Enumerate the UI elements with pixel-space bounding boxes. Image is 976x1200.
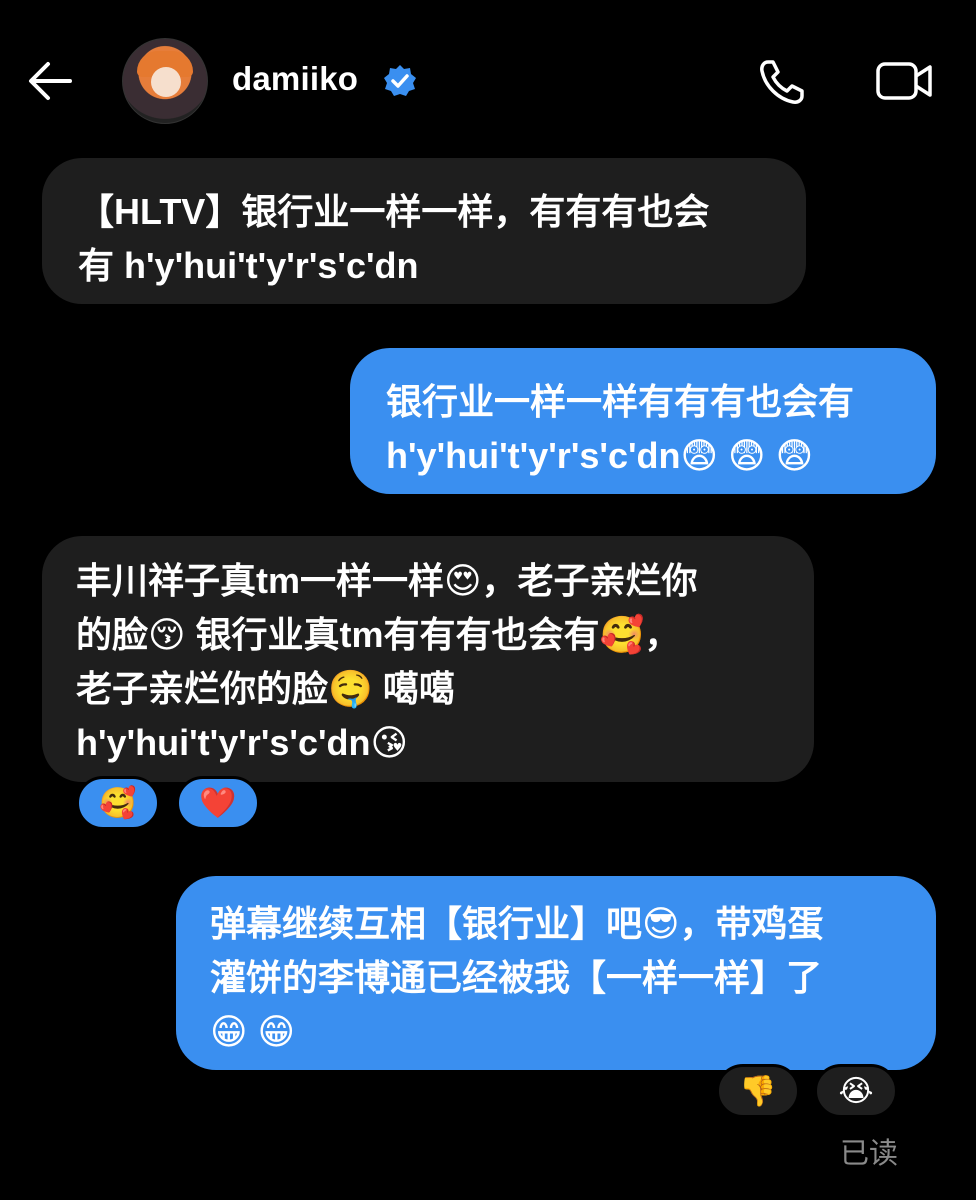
- message-line: 有 h'y'hui't'y'r's'c'dn: [78, 245, 419, 286]
- message-line: 银行业一样一样有有有也会有: [386, 381, 855, 422]
- read-receipt: 已读: [840, 1136, 899, 1170]
- message-line: h'y'hui't'y'r's'c'dn😘: [76, 722, 409, 763]
- reaction-thumbs-down[interactable]: 👎: [716, 1064, 800, 1118]
- message-line: 灌饼的李博通已经被我【一样一样】了: [210, 957, 823, 998]
- message-bubble-sent[interactable]: 银行业一样一样有有有也会有 h'y'hui't'y'r's'c'dn😨 😨 😨: [350, 348, 936, 494]
- message-line: 老子亲烂你的脸🤤 噶噶: [76, 668, 455, 709]
- message-line: 😁 😁: [210, 1011, 296, 1052]
- reaction-heart[interactable]: ❤️: [176, 776, 260, 830]
- video-call-icon[interactable]: [874, 58, 934, 104]
- avatar[interactable]: [122, 38, 208, 124]
- avatar-face: [151, 67, 181, 97]
- reaction-smiling-hearts[interactable]: 🥰: [76, 776, 160, 830]
- message-line: 的脸😚 银行业真tm有有有也会有🥰，: [76, 614, 681, 655]
- message-bubble-received[interactable]: 丰川祥子真tm一样一样😍，老子亲烂你 的脸😚 银行业真tm有有有也会有🥰， 老子…: [42, 536, 814, 782]
- message-bubble-received[interactable]: 【HLTV】银行业一样一样，有有有也会 有 h'y'hui't'y'r's'c'…: [42, 158, 806, 304]
- message-bubble-sent[interactable]: 弹幕继续互相【银行业】吧😎，带鸡蛋 灌饼的李博通已经被我【一样一样】了 😁 😁: [176, 876, 936, 1070]
- username[interactable]: damiiko: [232, 60, 358, 98]
- reaction-crying[interactable]: 😭: [814, 1064, 898, 1118]
- message-line: 丰川祥子真tm一样一样😍，老子亲烂你: [76, 560, 698, 601]
- message-line: 弹幕继续互相【银行业】吧😎，带鸡蛋: [210, 903, 824, 944]
- verified-badge-icon: [384, 65, 416, 96]
- message-line: 【HLTV】银行业一样一样，有有有也会: [78, 191, 710, 232]
- phone-icon[interactable]: [756, 56, 808, 108]
- chat-header: damiiko: [0, 0, 976, 160]
- message-line: h'y'hui't'y'r's'c'dn😨 😨 😨: [386, 435, 814, 476]
- back-arrow-icon[interactable]: [26, 58, 74, 104]
